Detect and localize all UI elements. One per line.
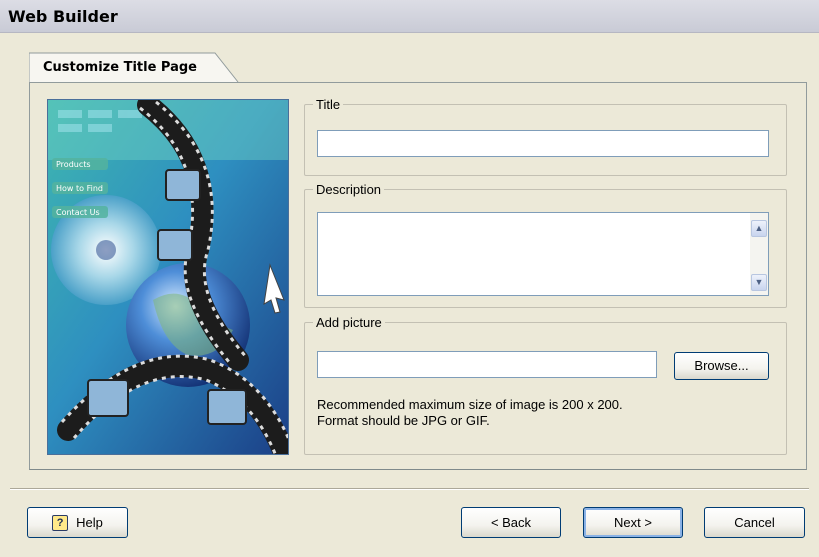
scroll-down-icon[interactable]: ▼ bbox=[751, 274, 767, 291]
picture-requirements-note: Recommended maximum size of image is 200… bbox=[317, 397, 623, 429]
back-button[interactable]: < Back bbox=[461, 507, 561, 538]
cancel-button[interactable]: Cancel bbox=[704, 507, 805, 538]
tab-label: Customize Title Page bbox=[43, 60, 198, 75]
next-button[interactable]: Next > bbox=[583, 507, 683, 538]
picture-size-note: Recommended maximum size of image is 200… bbox=[317, 397, 623, 412]
scroll-up-icon[interactable]: ▲ bbox=[751, 220, 767, 237]
title-page-preview-image: Products How to Find Contact Us bbox=[47, 99, 289, 455]
description-group-label: Description bbox=[313, 182, 385, 197]
add-picture-group: Add picture bbox=[304, 315, 787, 455]
title-bar: Web Builder bbox=[0, 0, 819, 33]
tab-customize-title-page[interactable]: Customize Title Page bbox=[29, 52, 239, 83]
title-group-label: Title bbox=[313, 97, 344, 112]
description-textarea[interactable]: ▲ ▼ bbox=[317, 212, 769, 296]
add-picture-group-label: Add picture bbox=[313, 315, 385, 330]
footer-separator bbox=[10, 488, 809, 490]
wizard-window: Web Builder Customize Title Page Product… bbox=[0, 0, 819, 557]
description-scrollbar[interactable]: ▲ ▼ bbox=[750, 213, 768, 295]
picture-path-input[interactable] bbox=[317, 351, 657, 378]
help-button[interactable]: ? Help bbox=[27, 507, 128, 538]
preview-menu-item: Contact Us bbox=[56, 208, 100, 217]
title-input[interactable] bbox=[317, 130, 769, 157]
picture-format-note: Format should be JPG or GIF. bbox=[317, 413, 490, 428]
help-icon: ? bbox=[52, 514, 69, 531]
help-button-label: Help bbox=[76, 515, 103, 530]
film-globe-illustration: Products How to Find Contact Us bbox=[48, 100, 288, 454]
preview-menu-item: Products bbox=[56, 160, 91, 169]
browse-button[interactable]: Browse... bbox=[674, 352, 769, 380]
preview-menu-item: How to Find bbox=[56, 184, 103, 193]
window-title: Web Builder bbox=[8, 7, 118, 26]
